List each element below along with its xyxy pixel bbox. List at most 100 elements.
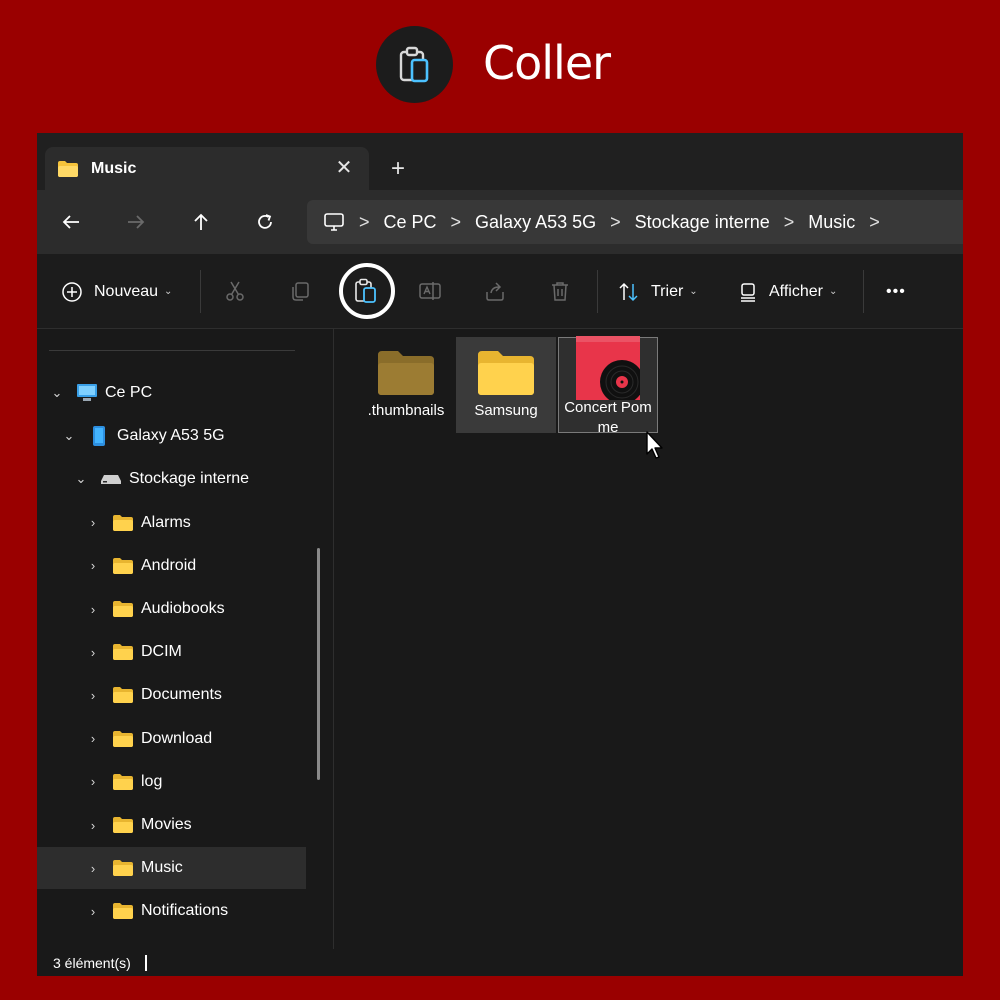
folder-icon bbox=[111, 557, 135, 575]
navigation-pane: ⌄ Ce PC ⌄ Galaxy A53 5G ⌄ Stockage interne › Al… bbox=[37, 329, 333, 949]
chevron-right-icon[interactable]: › bbox=[85, 688, 101, 703]
folder-icon bbox=[57, 160, 79, 178]
view-icon bbox=[741, 282, 755, 302]
sidebar-item-log[interactable]: › log bbox=[37, 761, 306, 803]
refresh-icon bbox=[258, 214, 272, 229]
sort-button-label: Trier bbox=[651, 282, 684, 300]
folder-icon bbox=[111, 730, 135, 748]
divider bbox=[863, 270, 864, 313]
scrollbar[interactable] bbox=[317, 548, 320, 780]
sidebar-item-stockage-interne[interactable]: ⌄ Stockage interne bbox=[37, 458, 306, 500]
chevron-right-icon[interactable]: › bbox=[85, 861, 101, 876]
sidebar-item-label: Movies bbox=[141, 816, 192, 833]
folder-icon bbox=[111, 773, 135, 791]
view-button[interactable]: Afficher ⌄ bbox=[737, 254, 837, 329]
sidebar-item-music[interactable]: › Music bbox=[37, 847, 306, 890]
up-button[interactable] bbox=[187, 208, 215, 236]
chevron-right-icon[interactable]: › bbox=[85, 774, 101, 789]
sidebar-item-label: Music bbox=[141, 859, 183, 877]
chevron-right-icon[interactable]: › bbox=[85, 818, 101, 833]
file-item-concert-pomme[interactable]: Concert Pomme bbox=[558, 336, 658, 436]
sort-icon bbox=[619, 282, 638, 301]
chevron-right-icon[interactable]: › bbox=[85, 731, 101, 746]
sidebar-item-galaxy-a53-5g[interactable]: ⌄ Galaxy A53 5G bbox=[37, 415, 306, 457]
breadcrumb-item-ce-pc[interactable]: Ce PC bbox=[384, 212, 437, 233]
sidebar-item-android[interactable]: › Android bbox=[37, 545, 306, 587]
item-count: 3 élément(s) bbox=[53, 954, 131, 971]
back-button[interactable] bbox=[57, 208, 85, 236]
tab-music[interactable]: Music ✕ bbox=[45, 147, 369, 190]
breadcrumb-separator: > bbox=[359, 211, 370, 232]
sidebar-item-ce-pc[interactable]: ⌄ Ce PC bbox=[37, 372, 306, 414]
sidebar-item-label: Alarms bbox=[141, 513, 191, 531]
title-bar: Music ✕ + bbox=[37, 133, 963, 190]
file-name: Samsung bbox=[474, 402, 538, 419]
chevron-down-icon: ⌄ bbox=[164, 286, 173, 297]
file-item-samsung[interactable]: Samsung bbox=[456, 337, 556, 433]
sidebar-item-label: Audiobooks bbox=[141, 600, 225, 617]
chevron-right-icon[interactable]: › bbox=[85, 602, 101, 617]
sidebar-item-download[interactable]: › Download bbox=[37, 718, 306, 760]
folder-icon bbox=[111, 600, 135, 618]
rename-button[interactable] bbox=[415, 276, 445, 306]
folder-icon bbox=[376, 345, 436, 401]
breadcrumb-item-music[interactable]: Music bbox=[808, 212, 855, 233]
chevron-right-icon[interactable]: › bbox=[85, 645, 101, 660]
folder-icon bbox=[111, 902, 135, 920]
address-bar: > Ce PC > Galaxy A53 5G > Stockage inter… bbox=[37, 190, 963, 254]
sidebar-item-audiobooks[interactable]: › Audiobooks bbox=[37, 588, 306, 630]
arrow-left-icon bbox=[62, 215, 79, 229]
cut-button[interactable] bbox=[220, 276, 250, 306]
sidebar-item-label: Documents bbox=[141, 686, 222, 704]
close-tab-button[interactable]: ✕ bbox=[333, 157, 355, 179]
chevron-right-icon[interactable]: › bbox=[85, 515, 101, 530]
refresh-button[interactable] bbox=[251, 208, 279, 236]
copy-button[interactable] bbox=[285, 276, 315, 306]
status-bar: 3 élément(s) bbox=[37, 949, 963, 976]
mouse-cursor-icon bbox=[646, 431, 663, 459]
divider bbox=[49, 350, 295, 351]
chevron-down-icon[interactable]: ⌄ bbox=[61, 428, 77, 444]
delete-button[interactable] bbox=[545, 276, 575, 306]
sidebar-item-movies[interactable]: › Movies bbox=[37, 804, 306, 846]
file-item-thumbnails[interactable]: .thumbnails bbox=[356, 337, 456, 433]
breadcrumb-item-galaxy[interactable]: Galaxy A53 5G bbox=[475, 212, 596, 233]
copy-icon bbox=[292, 282, 309, 301]
trash-icon bbox=[552, 282, 568, 301]
file-list: .thumbnails Samsung Concert Pomme bbox=[334, 329, 963, 949]
chevron-right-icon[interactable]: › bbox=[85, 558, 101, 573]
rename-icon bbox=[419, 282, 441, 300]
sidebar-item-dcim[interactable]: › DCIM bbox=[37, 631, 306, 673]
more-options-button[interactable]: ••• bbox=[886, 254, 906, 329]
highlight-ring bbox=[339, 263, 395, 319]
divider bbox=[597, 270, 598, 313]
share-button[interactable] bbox=[480, 276, 510, 306]
breadcrumb-separator: > bbox=[610, 211, 621, 232]
chevron-down-icon: ⌄ bbox=[828, 286, 838, 297]
forward-button[interactable] bbox=[122, 208, 150, 236]
sidebar-item-label: Download bbox=[141, 729, 213, 747]
divider bbox=[200, 270, 201, 313]
sidebar-item-label: log bbox=[141, 772, 163, 790]
chevron-right-icon[interactable]: › bbox=[85, 904, 101, 919]
sidebar-item-notifications[interactable]: › Notifications bbox=[37, 890, 306, 932]
file-explorer-window: Music ✕ + > Ce PC > Galaxy A53 5G > Stoc… bbox=[37, 133, 963, 976]
sidebar-item-label: Ce PC bbox=[105, 384, 153, 401]
new-button-label: Nouveau bbox=[94, 282, 159, 300]
breadcrumb-item-stockage[interactable]: Stockage interne bbox=[635, 212, 770, 233]
album-art-thumbnail bbox=[576, 336, 640, 400]
new-tab-button[interactable]: + bbox=[386, 157, 410, 181]
folder-icon bbox=[476, 345, 536, 401]
new-button[interactable]: Nouveau ⌄ bbox=[61, 254, 172, 329]
chevron-down-icon[interactable]: ⌄ bbox=[73, 471, 89, 487]
sidebar-item-documents[interactable]: › Documents bbox=[37, 674, 306, 716]
sort-button[interactable]: Trier ⌄ bbox=[617, 254, 698, 329]
breadcrumb-separator: > bbox=[450, 211, 462, 232]
breadcrumb[interactable]: > Ce PC > Galaxy A53 5G > Stockage inter… bbox=[307, 200, 963, 244]
paste-icon bbox=[399, 46, 428, 82]
computer-icon bbox=[75, 383, 99, 403]
sidebar-item-alarms[interactable]: › Alarms bbox=[37, 502, 306, 544]
breadcrumb-separator: > bbox=[869, 211, 880, 232]
chevron-down-icon[interactable]: ⌄ bbox=[49, 385, 65, 401]
folder-icon bbox=[111, 514, 135, 532]
